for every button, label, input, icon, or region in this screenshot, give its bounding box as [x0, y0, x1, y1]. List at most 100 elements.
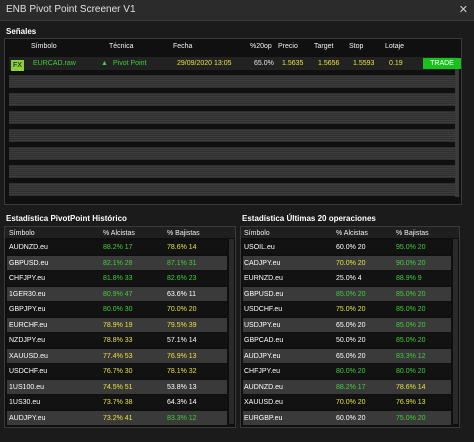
- table-row[interactable]: USOIL.eu 60.0% 20 95.0% 20: [243, 240, 451, 254]
- col-price[interactable]: Precio: [278, 43, 298, 50]
- hist-col-up[interactable]: % Alcistas: [103, 230, 135, 237]
- table-row[interactable]: CADJPY.eu 70.0% 20 90.0% 20: [243, 255, 451, 270]
- hist-header: Símbolo % Alcistas % Bajistas: [5, 227, 235, 238]
- last20-label: Estadística Últimas 20 operaciones: [242, 214, 376, 223]
- last20-col-down[interactable]: % Bajistas: [396, 230, 429, 237]
- row-down-pct: 83.3% 12: [396, 352, 426, 360]
- row-symbol: CHFJPY.eu: [244, 368, 281, 375]
- row-symbol: XAUUSD.eu: [9, 352, 48, 360]
- close-icon[interactable]: ✕: [459, 3, 468, 16]
- signal-target: 1.5656: [318, 60, 340, 67]
- col-stop[interactable]: Stop: [349, 43, 363, 50]
- signals-scrollbar[interactable]: [455, 69, 459, 197]
- last20-scrollbar[interactable]: [453, 239, 458, 424]
- row-symbol: GBPCAD.eu: [244, 337, 284, 344]
- signal-lot: 0.19: [389, 60, 403, 67]
- row-up-pct: 81.8% 33: [103, 275, 133, 282]
- table-row[interactable]: 1US100.eu 74.5% 51 53.8% 13: [7, 379, 227, 394]
- hist-scrollbar[interactable]: [229, 239, 234, 424]
- trade-button[interactable]: TRADE: [423, 58, 461, 69]
- row-down-pct: 53.8% 13: [167, 383, 197, 391]
- col-pct[interactable]: %20op: [250, 43, 272, 50]
- row-up-pct: 60.0% 20: [336, 244, 366, 251]
- table-row[interactable]: AUDNZD.eu 88.2% 17 78.6% 14: [7, 240, 227, 254]
- last20-col-symbol[interactable]: Símbolo: [244, 230, 270, 237]
- table-row[interactable]: CHFJPY.eu 81.8% 33 82.6% 23: [7, 271, 227, 285]
- empty-signal-row: [9, 183, 457, 196]
- table-row[interactable]: CHFJPY.eu 80.0% 20 80.0% 20: [243, 364, 451, 378]
- row-down-pct: 83.3% 12: [167, 414, 197, 422]
- row-symbol: USDCHF.eu: [9, 368, 48, 375]
- row-symbol: EURNZD.eu: [244, 275, 283, 282]
- row-up-pct: 78.8% 33: [103, 337, 133, 344]
- row-down-pct: 85.0% 20: [396, 321, 426, 329]
- row-up-pct: 77.4% 53: [103, 352, 133, 360]
- row-down-pct: 64.3% 14: [167, 399, 197, 406]
- row-down-pct: 80.0% 20: [396, 368, 426, 375]
- row-up-pct: 70.0% 20: [336, 399, 366, 406]
- table-row[interactable]: USDCHF.eu 76.7% 30 78.1% 32: [7, 364, 227, 378]
- row-up-pct: 65.0% 20: [336, 321, 366, 329]
- empty-signal-row: [9, 165, 457, 178]
- row-down-pct: 95.0% 20: [396, 244, 426, 251]
- table-row[interactable]: EURGBP.eu 60.0% 20 75.0% 20: [243, 410, 451, 425]
- row-symbol: CADJPY.eu: [244, 259, 281, 267]
- row-up-pct: 85.0% 20: [336, 290, 366, 298]
- table-row[interactable]: EURCHF.eu 78.9% 19 79.5% 39: [7, 317, 227, 332]
- row-symbol: GBPUSD.eu: [9, 259, 49, 267]
- row-up-pct: 78.9% 19: [103, 321, 133, 329]
- col-lot[interactable]: Lotaje: [385, 43, 404, 50]
- table-row[interactable]: AUDJPY.eu 73.2% 41 83.3% 12: [7, 410, 227, 425]
- signal-technique: Pivot Point: [113, 60, 147, 67]
- row-down-pct: 90.0% 20: [396, 259, 426, 267]
- col-symbol[interactable]: Símbolo: [31, 43, 57, 50]
- signal-pct: 65.0%: [254, 60, 274, 67]
- table-row[interactable]: EURNZD.eu 25.0% 4 88.9% 9: [243, 271, 451, 285]
- table-row[interactable]: GBPUSD.eu 85.0% 20 85.0% 20: [243, 286, 451, 301]
- col-technique[interactable]: Técnica: [109, 43, 134, 50]
- row-down-pct: 76.9% 13: [167, 352, 197, 360]
- row-down-pct: 85.0% 20: [396, 337, 426, 344]
- signals-panel: Símbolo Técnica Fecha %20op Precio Targe…: [4, 38, 462, 205]
- row-symbol: NZDJPY.eu: [9, 337, 46, 344]
- row-symbol: EURCHF.eu: [9, 321, 48, 329]
- row-symbol: GBPJPY.eu: [9, 306, 46, 313]
- row-symbol: USOIL.eu: [244, 244, 275, 251]
- row-down-pct: 88.9% 9: [396, 275, 422, 282]
- row-symbol: USDCHF.eu: [244, 306, 283, 313]
- row-down-pct: 78.6% 14: [396, 383, 426, 391]
- table-row[interactable]: GBPCAD.eu 50.0% 20 85.0% 20: [243, 333, 451, 347]
- signals-header: Símbolo Técnica Fecha %20op Precio Targe…: [5, 39, 461, 53]
- table-row[interactable]: 1US30.eu 73.7% 38 64.3% 14: [7, 395, 227, 409]
- row-down-pct: 87.1% 31: [167, 259, 197, 267]
- last20-col-up[interactable]: % Alcistas: [336, 230, 368, 237]
- hist-col-down[interactable]: % Bajistas: [167, 230, 200, 237]
- table-row[interactable]: XAUUSD.eu 77.4% 53 76.9% 13: [7, 348, 227, 363]
- row-down-pct: 78.1% 32: [167, 368, 197, 375]
- row-up-pct: 88.2% 17: [103, 244, 133, 251]
- col-date[interactable]: Fecha: [173, 43, 192, 50]
- row-symbol: USDJPY.eu: [244, 321, 281, 329]
- row-down-pct: 78.6% 14: [167, 244, 197, 251]
- row-up-pct: 73.2% 41: [103, 414, 133, 422]
- table-row[interactable]: 1GER30.eu 80.9% 47 63.6% 11: [7, 286, 227, 301]
- table-row[interactable]: AUDJPY.eu 65.0% 20 83.3% 12: [243, 348, 451, 363]
- row-down-pct: 85.0% 20: [396, 290, 426, 298]
- table-row[interactable]: GBPUSD.eu 82.1% 28 87.1% 31: [7, 255, 227, 270]
- table-row[interactable]: AUDNZD.eu 88.2% 17 78.6% 14: [243, 379, 451, 394]
- empty-signal-row: [9, 129, 457, 142]
- table-row[interactable]: USDJPY.eu 65.0% 20 85.0% 20: [243, 317, 451, 332]
- hist-label: Estadística PivotPoint Histórico: [6, 214, 127, 223]
- signal-price: 1.5635: [282, 60, 304, 67]
- table-row[interactable]: NZDJPY.eu 78.8% 33 57.1% 14: [7, 333, 227, 347]
- row-symbol: XAUUSD.eu: [244, 399, 283, 406]
- row-up-pct: 80.0% 30: [103, 306, 133, 313]
- row-symbol: AUDNZD.eu: [244, 383, 283, 391]
- table-row[interactable]: XAUUSD.eu 70.0% 20 76.9% 13: [243, 395, 451, 409]
- col-target[interactable]: Target: [314, 43, 333, 50]
- signal-row[interactable]: FX EURCAD.raw ▲ Pivot Point 29/09/2020 1…: [9, 57, 461, 71]
- empty-signal-row: [9, 93, 457, 106]
- hist-col-symbol[interactable]: Símbolo: [9, 230, 35, 237]
- table-row[interactable]: GBPJPY.eu 80.0% 30 70.0% 20: [7, 302, 227, 316]
- table-row[interactable]: USDCHF.eu 75.0% 20 85.0% 20: [243, 302, 451, 316]
